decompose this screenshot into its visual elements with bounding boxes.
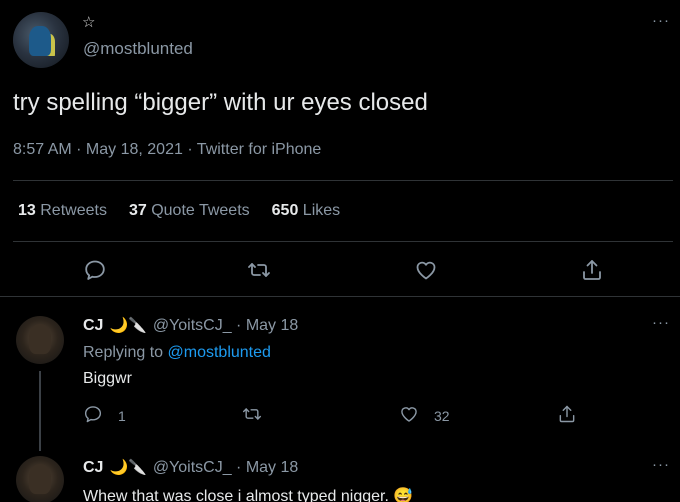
more-options-button[interactable]: ··· bbox=[652, 12, 670, 29]
reply-icon[interactable] bbox=[83, 258, 107, 282]
author-avatar[interactable] bbox=[13, 12, 69, 68]
retweet-icon[interactable] bbox=[242, 404, 262, 429]
author-handle[interactable]: @mostblunted bbox=[83, 39, 193, 59]
divider bbox=[13, 241, 673, 242]
engagement-stats: 13 Retweets 37 Quote Tweets 650 Likes bbox=[18, 202, 340, 220]
reply-count: 1 bbox=[118, 408, 126, 424]
replying-to: Replying to @mostblunted bbox=[83, 344, 271, 361]
reply-handle-date[interactable]: @YoitsCJ_ · May 18 bbox=[153, 317, 298, 335]
divider bbox=[13, 180, 673, 181]
retweet-icon[interactable] bbox=[247, 258, 271, 282]
reply-icon[interactable] bbox=[83, 404, 103, 429]
star-icon: ☆ bbox=[82, 14, 96, 31]
share-icon[interactable] bbox=[557, 404, 577, 429]
reply-header: CJ 🌙🔪 @YoitsCJ_ · May 18 bbox=[83, 458, 298, 477]
reply-author-name[interactable]: CJ bbox=[83, 317, 103, 335]
like-count: 32 bbox=[434, 408, 450, 424]
likes-stat[interactable]: 650 Likes bbox=[272, 202, 341, 220]
name-emoji: 🌙🔪 bbox=[109, 317, 147, 334]
reply-header: CJ 🌙🔪 @YoitsCJ_ · May 18 bbox=[83, 316, 298, 335]
reply-text: Biggwr bbox=[83, 370, 132, 387]
reply-avatar[interactable] bbox=[16, 456, 64, 502]
reply-text: Whew that was close i almost typed nigge… bbox=[83, 488, 414, 502]
replying-to-mention[interactable]: @mostblunted bbox=[168, 344, 271, 361]
reply-handle-date[interactable]: @YoitsCJ_ · May 18 bbox=[153, 459, 298, 477]
reply-more-button[interactable]: ··· bbox=[652, 314, 670, 331]
heart-icon[interactable] bbox=[399, 404, 419, 429]
quote-tweets-stat[interactable]: 37 Quote Tweets bbox=[129, 202, 250, 220]
divider bbox=[0, 296, 680, 297]
tweet-text: try spelling “bigger” with ur eyes close… bbox=[13, 89, 428, 116]
reply-author-name[interactable]: CJ bbox=[83, 459, 103, 477]
reply-avatar[interactable] bbox=[16, 316, 64, 364]
share-icon[interactable] bbox=[580, 258, 604, 282]
reply-more-button[interactable]: ··· bbox=[652, 456, 670, 473]
heart-icon[interactable] bbox=[414, 258, 438, 282]
name-emoji: 🌙🔪 bbox=[109, 459, 147, 476]
thread-line bbox=[39, 371, 41, 451]
tweet-timestamp[interactable]: 8:57 AM · May 18, 2021 · Twitter for iPh… bbox=[13, 141, 321, 159]
retweets-stat[interactable]: 13 Retweets bbox=[18, 202, 107, 220]
